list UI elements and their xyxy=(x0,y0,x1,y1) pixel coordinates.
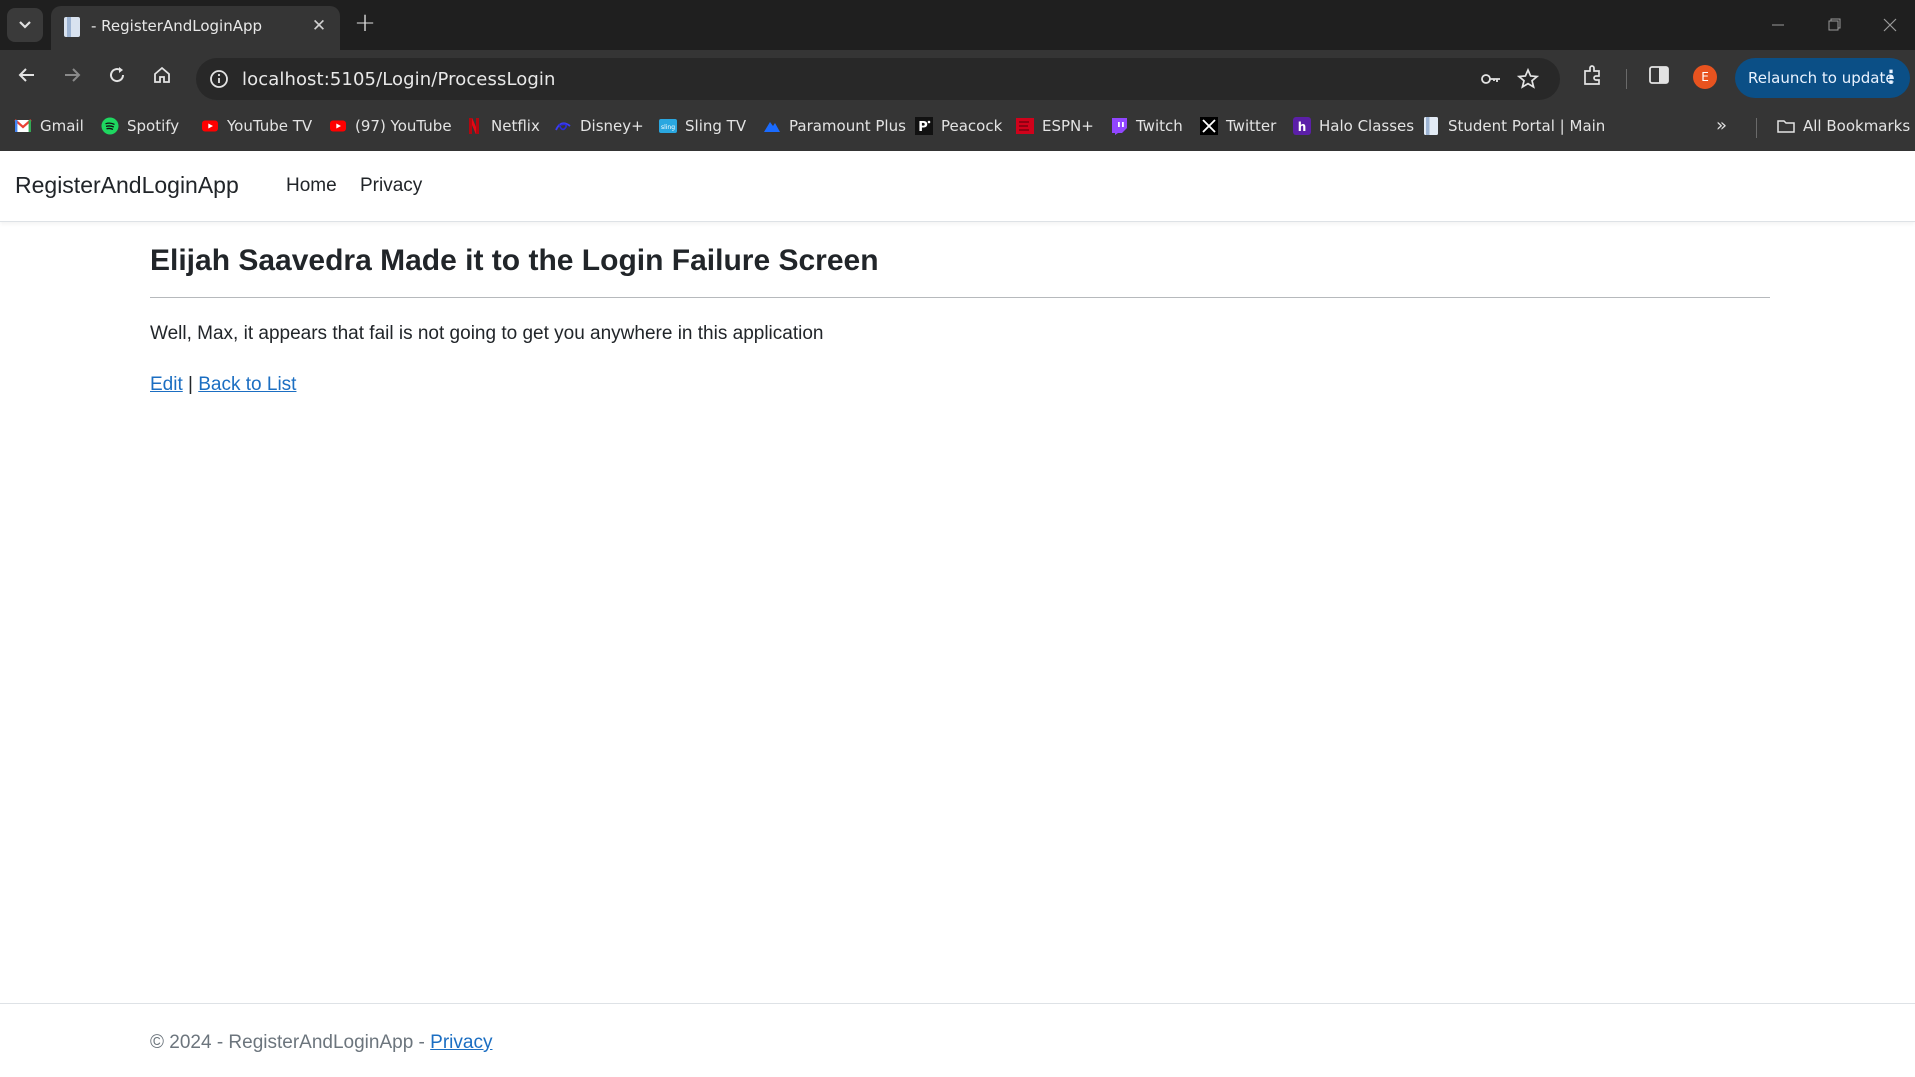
bookmark-label: Twitter xyxy=(1226,117,1277,135)
side-panel-icon[interactable] xyxy=(1646,62,1672,88)
browser-toolbar: localhost:5105/Login/ProcessLogin E Rela… xyxy=(0,50,1915,100)
bookmark-star-icon[interactable] xyxy=(1516,67,1540,91)
bookmark-label: Peacock xyxy=(941,117,1003,135)
svg-text:P: P xyxy=(918,120,928,135)
more-bookmarks-icon[interactable]: » xyxy=(1716,115,1727,136)
bookmark-youtube[interactable]: (97) YouTube xyxy=(329,115,452,137)
halo-icon: h xyxy=(1293,117,1311,135)
nav-home-link[interactable]: Home xyxy=(286,175,337,197)
bookmark-label: Gmail xyxy=(40,117,84,135)
x-icon xyxy=(1200,117,1218,135)
reload-button[interactable] xyxy=(100,58,134,92)
forward-button[interactable] xyxy=(55,58,89,92)
svg-text:h: h xyxy=(1298,120,1307,134)
tab-search-button[interactable] xyxy=(7,8,43,42)
window-close-icon[interactable] xyxy=(1870,10,1910,40)
browser-chrome: - RegisterAndLoginApp ✕ + localhost:5105… xyxy=(0,0,1915,151)
copyright-text: © 2024 - RegisterAndLoginApp - xyxy=(150,1032,431,1053)
spotify-icon xyxy=(101,117,119,135)
extensions-icon[interactable] xyxy=(1580,62,1606,88)
nav-privacy-link[interactable]: Privacy xyxy=(360,175,422,197)
bookmark-peacock[interactable]: P Peacock xyxy=(915,115,1002,137)
gmail-icon xyxy=(14,119,32,132)
bookmark-student-portal[interactable]: Student Portal | Main xyxy=(1422,115,1605,137)
espn-icon xyxy=(1016,118,1034,134)
link-separator: | xyxy=(188,374,193,395)
page-title: Elijah Saavedra Made it to the Login Fai… xyxy=(150,244,879,277)
bookmark-label: Halo Classes xyxy=(1319,117,1415,135)
chevron-down-icon xyxy=(19,21,31,29)
footer-privacy-link[interactable]: Privacy xyxy=(430,1032,492,1053)
bookmark-twitch[interactable]: Twitch xyxy=(1110,115,1183,137)
new-tab-button[interactable]: + xyxy=(350,9,380,39)
profile-avatar[interactable]: E xyxy=(1693,65,1717,89)
all-bookmarks-button[interactable]: All Bookmarks xyxy=(1777,115,1910,137)
close-tab-icon[interactable]: ✕ xyxy=(307,14,331,38)
home-button[interactable] xyxy=(145,58,179,92)
bookmarks-divider xyxy=(1756,118,1757,138)
home-icon xyxy=(154,66,170,83)
divider xyxy=(150,297,1770,298)
paramount-icon xyxy=(764,122,780,132)
bookmark-gmail[interactable]: Gmail xyxy=(14,115,84,137)
bookmark-label: Netflix xyxy=(491,117,540,135)
bookmark-sling-tv[interactable]: sling Sling TV xyxy=(659,115,746,137)
reload-icon xyxy=(110,67,125,83)
active-tab[interactable]: - RegisterAndLoginApp ✕ xyxy=(51,6,340,50)
back-button[interactable] xyxy=(10,58,44,92)
disney-icon xyxy=(555,122,571,131)
svg-text:sling: sling xyxy=(661,124,675,131)
bookmarks-bar: Gmail Spotify YouTube TV (97) YouTube Ne… xyxy=(0,110,1915,142)
failure-message: Well, Max, it appears that fail is not g… xyxy=(150,323,824,344)
bookmark-label: Paramount Plus xyxy=(789,117,906,135)
bookmark-disney[interactable]: Disney+ xyxy=(554,115,644,137)
bookmark-label: Disney+ xyxy=(580,117,644,135)
restore-icon[interactable] xyxy=(1814,10,1854,40)
url-text[interactable]: localhost:5105/Login/ProcessLogin xyxy=(242,69,556,90)
bookmark-label: ESPN+ xyxy=(1042,117,1094,135)
relaunch-label: Relaunch to update xyxy=(1748,69,1895,87)
minimize-icon[interactable] xyxy=(1758,10,1798,40)
youtube-icon xyxy=(330,120,346,132)
bookmark-paramount[interactable]: Paramount Plus xyxy=(763,115,906,137)
document-icon xyxy=(64,17,80,37)
peacock-icon: P xyxy=(915,117,933,135)
netflix-icon xyxy=(469,118,479,134)
bookmark-label: Student Portal | Main xyxy=(1448,117,1606,135)
arrow-left-icon xyxy=(18,68,34,82)
bookmark-netflix[interactable]: Netflix xyxy=(465,115,540,137)
bookmark-label: Sling TV xyxy=(685,117,747,135)
bookmark-label: Spotify xyxy=(127,117,180,135)
action-links: Edit | Back to List xyxy=(150,374,296,396)
bookmark-espn[interactable]: ESPN+ xyxy=(1016,115,1094,137)
bookmark-twitter[interactable]: Twitter xyxy=(1200,115,1276,137)
site-navbar: RegisterAndLoginApp Home Privacy xyxy=(0,151,1915,222)
edit-link[interactable]: Edit xyxy=(150,374,183,395)
bookmark-youtube-tv[interactable]: YouTube TV xyxy=(201,115,312,137)
password-key-icon[interactable] xyxy=(1479,67,1503,91)
twitch-icon xyxy=(1112,118,1127,135)
more-menu-icon[interactable]: ⋮ xyxy=(1882,58,1900,98)
site-brand[interactable]: RegisterAndLoginApp xyxy=(15,172,239,199)
relaunch-to-update-button[interactable]: Relaunch to update ⋮ xyxy=(1735,58,1910,98)
address-bar[interactable]: localhost:5105/Login/ProcessLogin xyxy=(196,58,1560,100)
tab-strip: - RegisterAndLoginApp ✕ + xyxy=(0,0,1915,50)
site-info-icon[interactable] xyxy=(206,66,232,92)
footer-text: © 2024 - RegisterAndLoginApp - Privacy xyxy=(150,1032,492,1054)
bookmark-label: Twitch xyxy=(1136,117,1183,135)
folder-icon xyxy=(1777,120,1795,133)
toolbar-divider xyxy=(1626,69,1627,89)
tab-title: - RegisterAndLoginApp xyxy=(91,17,262,35)
back-to-list-link[interactable]: Back to List xyxy=(198,374,296,395)
all-bookmarks-label: All Bookmarks xyxy=(1803,117,1911,135)
arrow-right-icon xyxy=(65,68,81,82)
bookmark-halo-classes[interactable]: h Halo Classes xyxy=(1293,115,1414,137)
bookmark-label: YouTube TV xyxy=(227,117,313,135)
youtube-tv-icon xyxy=(202,120,218,132)
bookmark-label: (97) YouTube xyxy=(355,117,452,135)
sling-icon: sling xyxy=(659,119,677,133)
site-footer: © 2024 - RegisterAndLoginApp - Privacy xyxy=(0,1003,1915,1077)
document-icon xyxy=(1424,117,1438,135)
bookmark-spotify[interactable]: Spotify xyxy=(101,115,179,137)
